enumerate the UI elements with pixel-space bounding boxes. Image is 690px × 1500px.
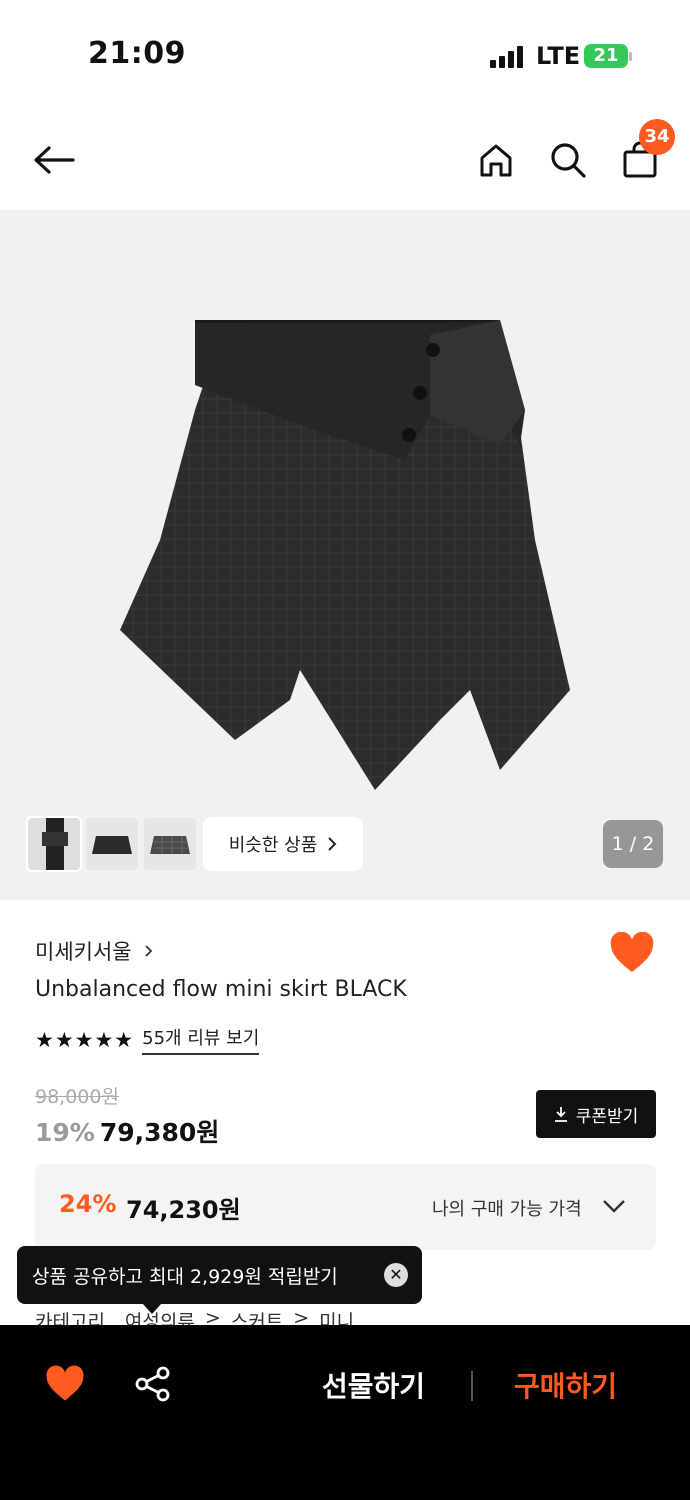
product-image bbox=[120, 320, 570, 790]
thumbnail-2[interactable] bbox=[86, 818, 138, 870]
battery-tip bbox=[629, 52, 632, 61]
product-title: Unbalanced flow mini skirt BLACK bbox=[35, 977, 407, 1002]
cart-count-badge: 34 bbox=[639, 119, 675, 155]
tooltip-text: 상품 공유하고 최대 2,929원 적립받기 bbox=[32, 1265, 338, 1288]
home-icon[interactable] bbox=[468, 132, 524, 188]
chevron-right-icon bbox=[328, 837, 337, 851]
status-bar: 21:09 LTE 21 bbox=[0, 0, 690, 110]
search-icon[interactable] bbox=[540, 132, 596, 188]
download-icon bbox=[554, 1107, 567, 1122]
share-icon[interactable] bbox=[134, 1365, 172, 1403]
discount-rate: 19% bbox=[35, 1118, 95, 1147]
product-image-carousel[interactable] bbox=[0, 210, 690, 900]
similar-products-label: 비슷한 상품 bbox=[228, 835, 318, 856]
top-navigation bbox=[0, 110, 690, 210]
battery-icon: 21 bbox=[584, 44, 628, 68]
status-time: 21:09 bbox=[88, 36, 186, 71]
tooltip-tail bbox=[142, 1303, 162, 1314]
rating-row: ★★★★★ 55개 리뷰 보기 bbox=[35, 1024, 260, 1055]
review-link[interactable]: 55개 리뷰 보기 bbox=[142, 1024, 260, 1055]
chevron-down-icon bbox=[603, 1200, 625, 1213]
coupon-label: 쿠폰받기 bbox=[575, 1106, 639, 1127]
brand-link[interactable]: 미세키서울 bbox=[35, 936, 153, 966]
signal-icon bbox=[490, 46, 524, 68]
sale-price: 79,380원 bbox=[99, 1118, 220, 1147]
share-reward-tooltip: 상품 공유하고 최대 2,929원 적립받기 ✕ bbox=[17, 1246, 422, 1304]
bottom-action-bar: 선물하기 구매하기 bbox=[0, 1325, 690, 1500]
network-type: LTE bbox=[536, 42, 581, 70]
coupon-download-button[interactable]: 쿠폰받기 bbox=[536, 1090, 656, 1138]
my-price: 74,230원 bbox=[126, 1196, 241, 1224]
thumbnail-strip bbox=[26, 816, 196, 872]
my-price-panel[interactable]: 24% 74,230원 나의 구매 가능 가격 bbox=[35, 1164, 656, 1250]
thumbnail-1[interactable] bbox=[26, 816, 82, 872]
star-rating: ★★★★★ bbox=[35, 1027, 135, 1052]
buy-button[interactable]: 구매하기 bbox=[514, 1365, 617, 1405]
chevron-right-icon bbox=[144, 945, 152, 957]
original-price: 98,000원 bbox=[35, 1086, 119, 1108]
thumbnail-3[interactable] bbox=[144, 818, 196, 870]
brand-name: 미세키서울 bbox=[35, 940, 132, 964]
price-line: 19% 79,380원 bbox=[35, 1113, 219, 1149]
gift-button[interactable]: 선물하기 bbox=[322, 1365, 425, 1405]
divider bbox=[471, 1371, 473, 1401]
wishlist-heart-icon[interactable] bbox=[609, 931, 655, 976]
similar-products-button[interactable]: 비슷한 상품 bbox=[203, 817, 363, 871]
my-discount-rate: 24% bbox=[59, 1190, 117, 1218]
image-page-indicator: 1 / 2 bbox=[603, 820, 663, 868]
my-price-label: 나의 구매 가능 가격 bbox=[432, 1199, 582, 1220]
close-icon[interactable]: ✕ bbox=[384, 1263, 408, 1287]
wishlist-heart-icon[interactable] bbox=[45, 1365, 85, 1403]
back-arrow-icon[interactable] bbox=[26, 132, 82, 188]
